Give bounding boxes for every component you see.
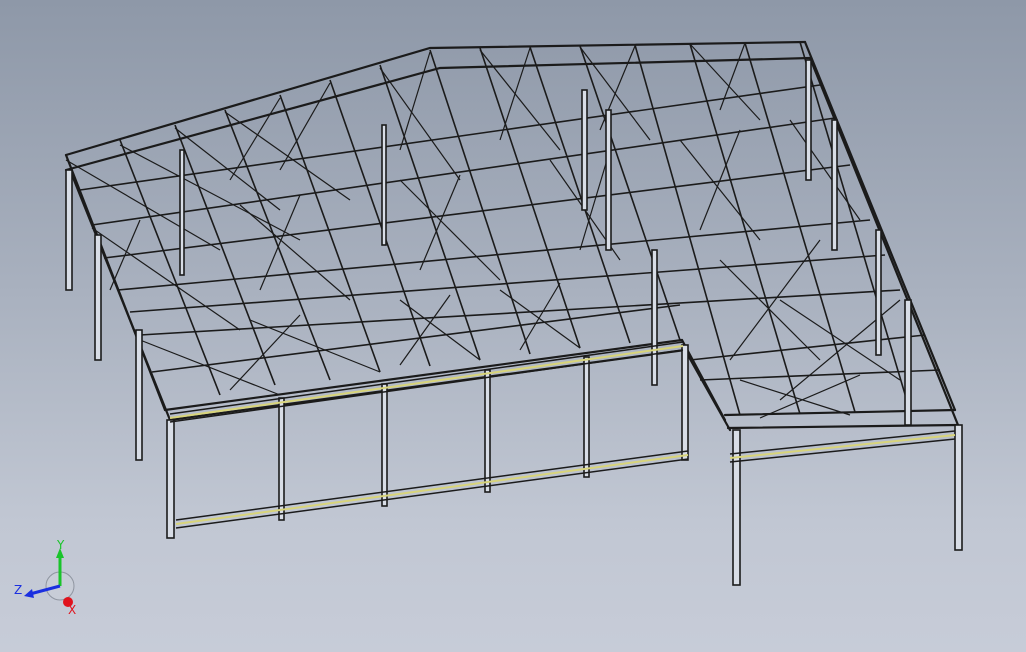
- z-axis-label: Z: [14, 583, 22, 597]
- eave-beams-highlight: [169, 345, 956, 525]
- z-arrow-head: [24, 589, 34, 598]
- roof-bracing: [65, 42, 901, 419]
- orientation-triad[interactable]: Y Z X: [10, 536, 82, 617]
- roof-top-chords: [64, 40, 960, 432]
- y-axis-label: Y: [56, 538, 65, 552]
- eave-beams: [169, 341, 956, 529]
- steel-frame-model[interactable]: [0, 0, 1026, 652]
- 3d-viewport[interactable]: Y Z X: [0, 0, 1026, 652]
- x-axis-label: X: [68, 603, 76, 616]
